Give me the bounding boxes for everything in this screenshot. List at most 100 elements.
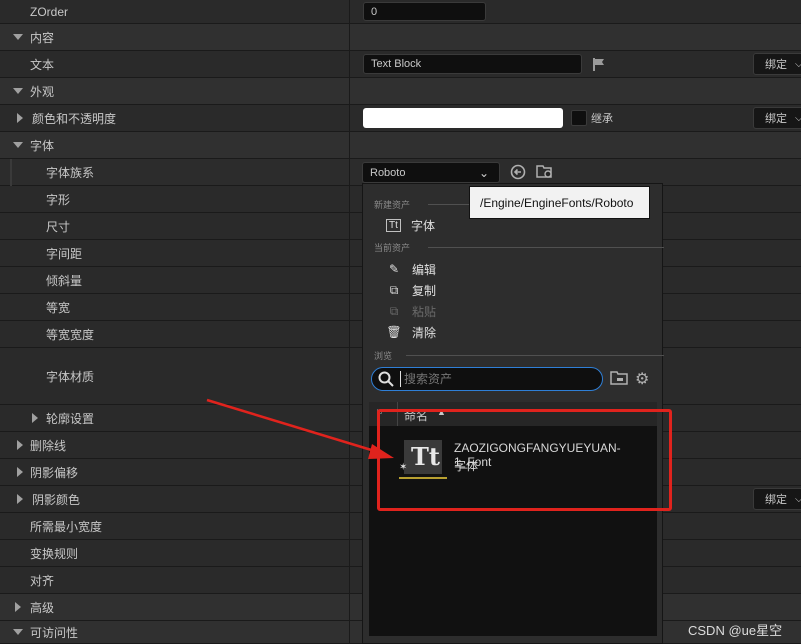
chevron-right-icon xyxy=(15,594,21,620)
text-bind-button[interactable]: 绑定 ⌵ xyxy=(753,53,801,75)
watermark: CSDN @ue星空 xyxy=(688,623,783,638)
row-text: 文本 Text Block 绑定 ⌵ xyxy=(0,51,801,78)
font-family-value: Roboto xyxy=(370,166,406,179)
column-name-header[interactable]: 命名 xyxy=(404,407,428,424)
sort-ascending-icon: ▲ xyxy=(437,407,446,417)
font-material-label: 字体材质 xyxy=(46,369,95,384)
menu-item-clear-label: 清除 xyxy=(412,325,437,340)
inherit-label: 继承 xyxy=(591,113,613,125)
asset-picker-popup: 新建资产 Tt 字体 当前资产 ✎ 编辑 ⧉ 复制 ⧉ 粘贴 🗑 清除 浏览 ⚙ xyxy=(362,183,664,644)
category-font[interactable]: 字体 xyxy=(0,132,801,159)
chevron-right-icon xyxy=(32,405,38,431)
search-box[interactable] xyxy=(371,367,603,391)
row-font-family: 字体族系 Roboto ⌄ xyxy=(0,159,801,186)
section-browse: 浏览 xyxy=(374,349,664,362)
font-icon: Tt xyxy=(386,218,401,232)
category-appearance-label: 外观 xyxy=(30,84,55,99)
inherit-checkbox[interactable] xyxy=(571,110,587,126)
copy-icon: ⧉ xyxy=(389,282,399,297)
shadow-bind-button[interactable]: 绑定 ⌵ xyxy=(753,488,801,510)
bind-label: 绑定 xyxy=(765,494,787,506)
indent-line xyxy=(10,159,12,186)
category-appearance[interactable]: 外观 xyxy=(0,78,801,105)
color-swatch[interactable] xyxy=(363,108,563,128)
menu-item-new-font-label: 字体 xyxy=(411,218,436,233)
chevron-down-icon: ⌵ xyxy=(795,59,801,70)
list-header: ⑂ 命名 ▲ xyxy=(369,402,657,426)
section-current-asset-label: 当前资产 xyxy=(374,243,411,253)
search-icon xyxy=(377,370,395,391)
asset-name: ZAOZIGONGFANGYUEYUAN-1_Font xyxy=(454,441,621,469)
justification-label: 对齐 xyxy=(30,573,55,588)
outline-label: 轮廓设置 xyxy=(46,411,95,426)
asset-type-underline xyxy=(399,477,447,479)
category-content-label: 内容 xyxy=(30,30,55,45)
font-family-combo[interactable]: Roboto ⌄ xyxy=(362,162,500,183)
chevron-down-icon: ⌵ xyxy=(795,494,801,505)
size-label: 尺寸 xyxy=(46,219,71,234)
text-input[interactable]: Text Block xyxy=(363,54,582,74)
transform-policy-label: 变换规则 xyxy=(30,546,79,561)
chevron-right-icon xyxy=(17,432,23,458)
monospace-label: 等宽 xyxy=(46,300,71,315)
pencil-icon: ✎ xyxy=(388,262,400,276)
chevron-right-icon xyxy=(17,459,23,485)
color-bind-button[interactable]: 绑定 ⌵ xyxy=(753,107,801,129)
use-selected-icon[interactable] xyxy=(510,164,526,183)
search-input[interactable] xyxy=(400,371,594,387)
asset-list: ⑂ 命名 ▲ Tt ✶ ZAOZIGONGFANGYUEYUAN-1_Font … xyxy=(369,402,657,636)
zorder-label: ZOrder xyxy=(30,4,69,19)
chevron-down-icon xyxy=(13,78,23,104)
shadow-offset-label: 阴影偏移 xyxy=(30,465,79,480)
asset-type: 字体 xyxy=(454,459,479,473)
paste-icon: ⧉ xyxy=(389,303,399,318)
filter-icon[interactable]: ⑂ xyxy=(376,406,383,420)
chevron-down-icon xyxy=(13,621,23,643)
bind-label: 绑定 xyxy=(765,59,787,71)
section-browse-label: 浏览 xyxy=(374,351,393,361)
category-content[interactable]: 内容 xyxy=(0,24,801,51)
section-current-asset: 当前资产 xyxy=(374,241,664,254)
menu-item-clear[interactable]: 🗑 清除 xyxy=(386,323,436,341)
monospace-width-label: 等宽宽度 xyxy=(46,327,95,342)
skew-label: 倾斜量 xyxy=(46,273,83,288)
menu-item-new-font[interactable]: Tt 字体 xyxy=(386,216,435,234)
font-icon: Tt xyxy=(411,442,440,471)
asset-path-tooltip: /Engine/EngineFonts/Roboto xyxy=(469,186,650,219)
settings-gear-icon[interactable]: ⚙ xyxy=(635,369,649,389)
category-accessibility-label: 可访问性 xyxy=(30,625,79,640)
letter-spacing-label: 字间距 xyxy=(46,246,83,261)
header-divider xyxy=(397,402,398,426)
browse-folder-icon[interactable] xyxy=(536,163,554,183)
row-zorder: ZOrder 0 xyxy=(0,0,801,24)
shadow-color-label: 阴影颜色 xyxy=(32,492,81,507)
bind-label: 绑定 xyxy=(765,113,787,125)
asset-row[interactable]: Tt ✶ ZAOZIGONGFANGYUEYUAN-1_Font 字体 xyxy=(369,426,657,482)
text-label: 文本 xyxy=(30,57,55,72)
section-new-asset-label: 新建资产 xyxy=(374,200,411,210)
min-width-label: 所需最小宽度 xyxy=(30,519,103,534)
menu-item-edit-label: 编辑 xyxy=(412,262,437,277)
menu-item-paste[interactable]: ⧉ 粘贴 xyxy=(386,302,436,320)
chevron-right-icon xyxy=(17,486,23,512)
folder-icon[interactable] xyxy=(610,370,628,389)
menu-item-copy[interactable]: ⧉ 复制 xyxy=(386,281,436,299)
menu-item-edit[interactable]: ✎ 编辑 xyxy=(386,260,436,278)
font-family-label: 字体族系 xyxy=(46,165,95,180)
flag-icon[interactable] xyxy=(591,56,607,75)
column-divider[interactable] xyxy=(349,0,350,644)
chevron-down-icon: ⌵ xyxy=(795,113,801,124)
zorder-input[interactable]: 0 xyxy=(363,2,486,21)
chevron-down-icon: ⌄ xyxy=(479,166,490,180)
menu-item-copy-label: 复制 xyxy=(412,283,437,298)
chevron-right-icon xyxy=(17,105,23,131)
chevron-down-icon xyxy=(13,132,23,158)
category-advanced-label: 高级 xyxy=(30,600,55,615)
new-star-icon: ✶ xyxy=(399,462,408,473)
trash-icon: 🗑 xyxy=(386,325,402,339)
strikethrough-label: 删除线 xyxy=(30,438,67,453)
category-font-label: 字体 xyxy=(30,138,55,153)
row-color-opacity[interactable]: 颜色和不透明度 继承 绑定 ⌵ xyxy=(0,105,801,132)
chevron-down-icon xyxy=(13,24,23,50)
font-asset-thumbnail: Tt ✶ xyxy=(399,440,442,474)
